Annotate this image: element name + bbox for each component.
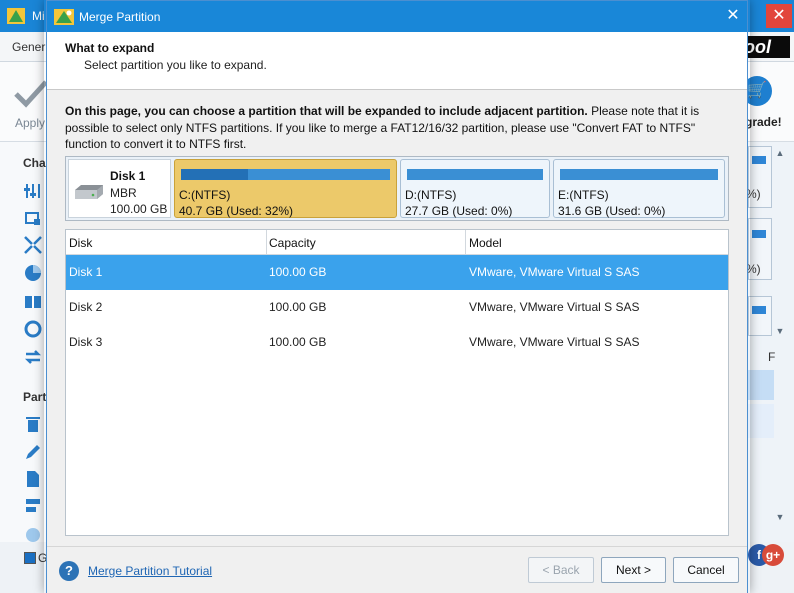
partition-e[interactable]: E:(NTFS) 31.6 GB (Used: 0%) xyxy=(553,159,725,218)
scroll-down-icon[interactable]: ▼ xyxy=(772,326,788,336)
back-button[interactable]: < Back xyxy=(528,557,594,583)
column-header-model[interactable]: Model xyxy=(469,236,502,250)
convert-icon[interactable] xyxy=(24,348,42,366)
cell-disk: Disk 1 xyxy=(69,265,103,279)
cell-capacity: 100.00 GB xyxy=(269,300,327,314)
google-plus-icon[interactable]: g+ xyxy=(762,544,784,566)
disk-type: MBR xyxy=(110,186,137,200)
close-button[interactable]: ✕ xyxy=(721,5,745,27)
pie-icon[interactable] xyxy=(24,264,42,282)
menu-general[interactable]: Gener xyxy=(12,40,45,54)
instruction-text: On this page, you can choose a partition… xyxy=(65,103,733,153)
tutorial-link[interactable]: Merge Partition Tutorial xyxy=(88,564,212,578)
background-row[interactable] xyxy=(746,404,774,438)
cell-model: VMware, VMware Virtual S SAS xyxy=(469,265,640,279)
disk-table: Disk Capacity Model Disk 1 100.00 GB VMw… xyxy=(65,229,729,536)
disk-size: 100.00 GB xyxy=(110,202,168,216)
instruction-bold: On this page, you can choose a partition… xyxy=(65,104,588,118)
recycle-icon[interactable] xyxy=(24,320,42,338)
move-resize-icon[interactable] xyxy=(24,209,42,227)
disk-name: Disk 1 xyxy=(110,169,146,183)
partition-name: C:(NTFS) xyxy=(179,188,231,202)
partition-usage-bar xyxy=(560,169,718,180)
help-icon[interactable]: ? xyxy=(59,561,79,581)
hard-drive-icon xyxy=(75,185,103,199)
cell-capacity: 100.00 GB xyxy=(269,335,327,349)
next-button[interactable]: Next > xyxy=(601,557,666,583)
app-logo-icon xyxy=(7,8,25,24)
delete-icon[interactable] xyxy=(24,415,42,433)
partition-used-fill xyxy=(181,169,248,180)
cell-model: VMware, VMware Virtual S SAS xyxy=(469,300,640,314)
scroll-down-icon[interactable]: ▼ xyxy=(772,512,788,522)
background-selected-row[interactable] xyxy=(746,370,774,400)
wizard-header: What to expand Select partition you like… xyxy=(47,32,747,90)
format-icon[interactable] xyxy=(24,497,42,515)
merge-partition-dialog: Merge Partition ✕ What to expand Select … xyxy=(46,0,748,593)
cell-model: VMware, VMware Virtual S SAS xyxy=(469,335,640,349)
partition-name: D:(NTFS) xyxy=(405,188,457,202)
background-title: Mi xyxy=(32,9,45,23)
split-icon[interactable] xyxy=(24,293,42,311)
cell-disk: Disk 3 xyxy=(69,335,103,349)
column-divider[interactable] xyxy=(266,230,267,255)
table-row[interactable]: Disk 2 100.00 GB VMware, VMware Virtual … xyxy=(66,290,728,325)
partition-stat: 40.7 GB (Used: 32%) xyxy=(179,204,294,218)
pencil-icon[interactable] xyxy=(24,443,42,461)
column-header-disk[interactable]: Disk xyxy=(69,236,92,250)
partition-c[interactable]: C:(NTFS) 40.7 GB (Used: 32%) xyxy=(174,159,397,218)
background-column-header: F xyxy=(768,350,776,364)
cell-disk: Disk 2 xyxy=(69,300,103,314)
apply-label[interactable]: Apply xyxy=(15,116,45,130)
apply-check-icon[interactable] xyxy=(14,80,48,108)
table-header: Disk Capacity Model xyxy=(66,230,728,255)
sidebar-heading-change: Cha xyxy=(23,156,46,170)
dialog-titlebar[interactable]: Merge Partition ✕ xyxy=(47,1,747,32)
wizard-step-title: What to expand xyxy=(65,41,155,55)
sidebar-heading-partition: Part xyxy=(23,390,47,404)
disk-info-card[interactable]: Disk 1 MBR 100.00 GB xyxy=(68,159,171,218)
adjust-icon[interactable] xyxy=(24,182,42,200)
upgrade-label[interactable]: grade! xyxy=(745,115,782,129)
partition-usage-bar xyxy=(181,169,390,180)
column-divider[interactable] xyxy=(465,230,466,255)
merge-partition-icon xyxy=(54,9,74,25)
background-disk-bar xyxy=(752,156,766,164)
partition-stat: 31.6 GB (Used: 0%) xyxy=(558,204,666,218)
background-checkbox[interactable] xyxy=(24,552,36,564)
cancel-button[interactable]: Cancel xyxy=(673,557,739,583)
dialog-title: Merge Partition xyxy=(79,10,161,24)
wizard-step-subtitle: Select partition you like to expand. xyxy=(84,58,267,72)
merge-icon[interactable] xyxy=(24,236,42,254)
partition-usage-bar xyxy=(407,169,543,180)
partition-stat: 27.7 GB (Used: 0%) xyxy=(405,204,513,218)
table-row[interactable]: Disk 3 100.00 GB VMware, VMware Virtual … xyxy=(66,325,728,360)
background-close-button[interactable]: ✕ xyxy=(766,4,792,28)
scroll-up-icon[interactable]: ▲ xyxy=(772,148,788,158)
disk-map: Disk 1 MBR 100.00 GB C:(NTFS) 40.7 GB (U… xyxy=(65,156,729,221)
partition-d[interactable]: D:(NTFS) 27.7 GB (Used: 0%) xyxy=(400,159,550,218)
background-disk-card xyxy=(748,296,772,336)
column-header-capacity[interactable]: Capacity xyxy=(269,236,316,250)
background-disk-bar xyxy=(752,230,766,238)
background-disk-bar xyxy=(752,306,766,314)
partition-name: E:(NTFS) xyxy=(558,188,609,202)
dialog-footer: ? Merge Partition Tutorial < Back Next >… xyxy=(47,546,747,593)
cell-capacity: 100.00 GB xyxy=(269,265,327,279)
table-row[interactable]: Disk 1 100.00 GB VMware, VMware Virtual … xyxy=(66,255,728,290)
file-icon[interactable] xyxy=(24,470,42,488)
